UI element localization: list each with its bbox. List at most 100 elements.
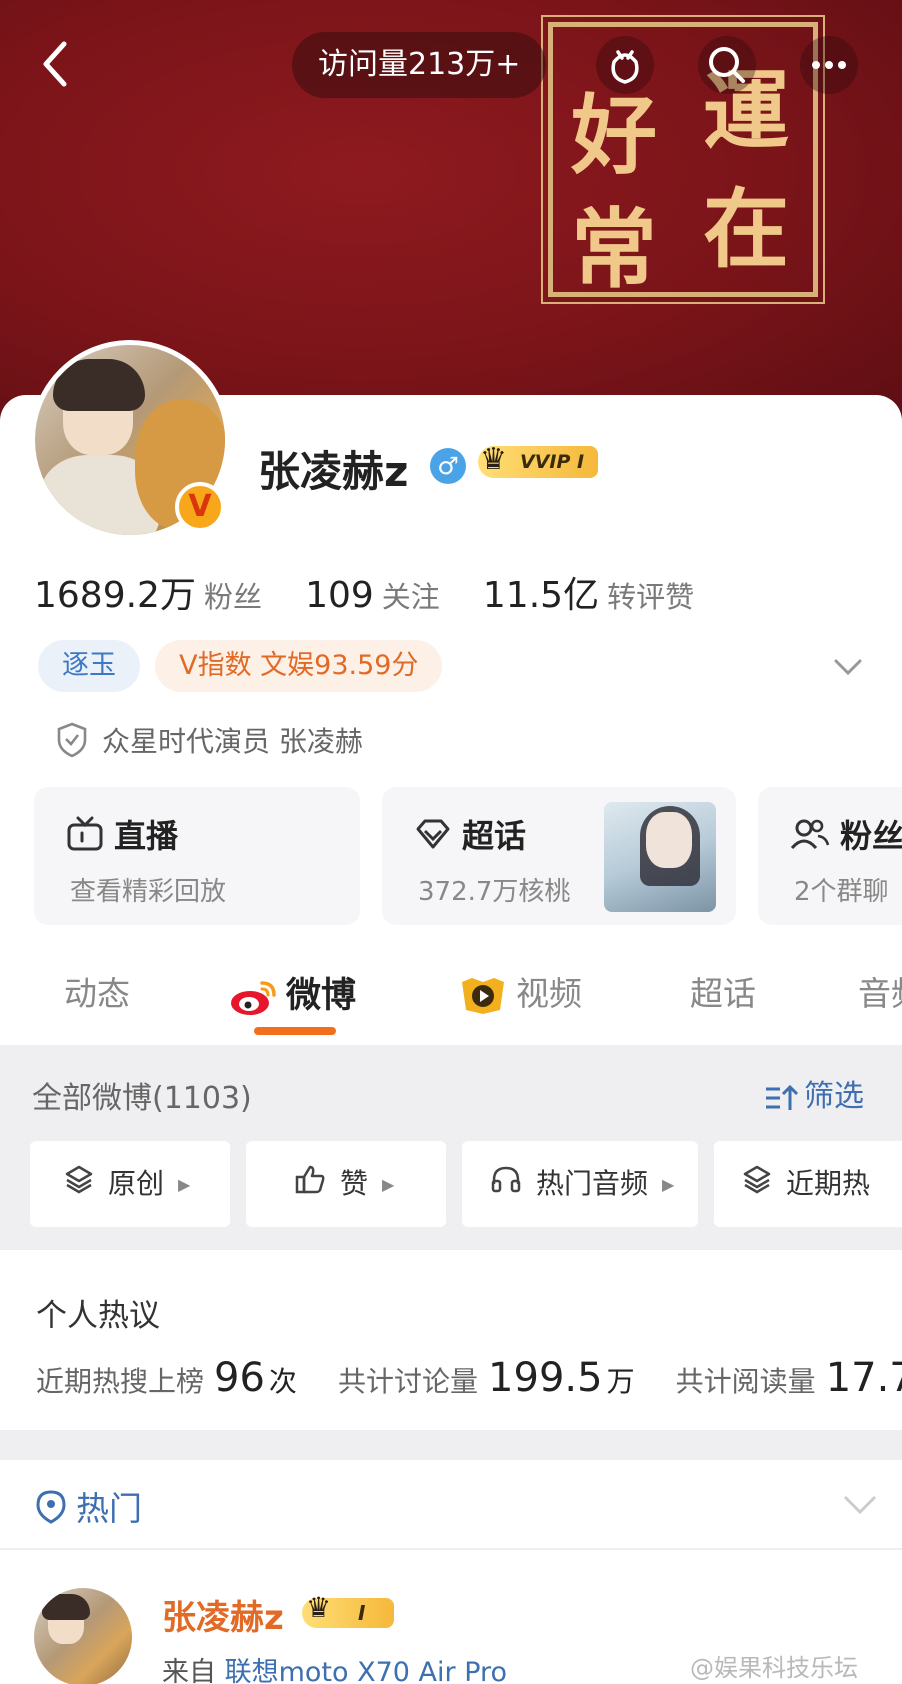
more-icon xyxy=(812,61,846,69)
triangle-right-icon: ▶ xyxy=(662,1175,675,1194)
tv-icon xyxy=(66,816,104,860)
hot-title: 热门 xyxy=(76,1489,142,1528)
vvip-badge[interactable]: ♛ VVIP I xyxy=(478,442,599,478)
users-icon xyxy=(790,817,830,859)
thumbs-up-icon xyxy=(294,1142,326,1227)
layers-icon xyxy=(742,1142,772,1227)
triangle-right-icon: ▶ xyxy=(178,1175,191,1194)
stat-label: 关注 xyxy=(381,580,440,614)
shield-icon xyxy=(56,722,88,765)
stat-following[interactable]: 109 关注 xyxy=(305,574,440,616)
back-button[interactable] xyxy=(30,34,90,94)
supertopic-poster xyxy=(604,802,716,912)
chip-hot-audio[interactable]: 热门音频 ▶ xyxy=(462,1141,698,1227)
search-button[interactable] xyxy=(698,36,756,94)
feature-subtitle: 2个群聊 xyxy=(794,877,889,907)
profile-tags: 逐玉 V指数 文娱93.59分 xyxy=(38,640,452,692)
more-button[interactable] xyxy=(800,36,858,94)
profile-name: 张凌赫z xyxy=(258,447,409,496)
tag-drama[interactable]: 逐玉 xyxy=(38,640,140,692)
profile-tabs: 动态 微博 视频 超话 音频 xyxy=(0,955,902,1045)
visit-count: 访问量213万+ xyxy=(292,32,547,98)
feature-live[interactable]: 直播 查看精彩回放 xyxy=(34,787,360,925)
tag-v-index[interactable]: V指数 文娱93.59分 xyxy=(155,640,443,692)
hd-unit: 次 xyxy=(268,1365,297,1398)
feature-title: 粉丝 xyxy=(840,817,902,855)
filter-icon xyxy=(766,1084,799,1110)
avatar-hair xyxy=(53,359,145,411)
certification: 众星时代演员 张凌赫 xyxy=(56,720,363,765)
section-separator xyxy=(0,1430,902,1460)
chip-label: 赞 xyxy=(340,1167,369,1200)
hot-discussion-title: 个人热议 xyxy=(36,1298,160,1334)
tab-dynamic[interactable]: 动态 xyxy=(64,967,130,1015)
tab-video[interactable]: 视频 xyxy=(458,967,582,1016)
active-tab-indicator xyxy=(254,1027,336,1035)
tab-supertopic[interactable]: 超话 xyxy=(690,967,756,1015)
post-author[interactable]: 张凌赫z xyxy=(162,1590,284,1639)
read-count: 共计阅读量 17.7 xyxy=(676,1355,902,1401)
stat-value: 109 xyxy=(305,575,374,616)
feature-supertopic[interactable]: 超话 372.7万核桃 xyxy=(382,787,736,925)
hd-label: 共计阅读量 xyxy=(675,1365,816,1398)
all-weibo-count: 全部微博(1103) xyxy=(32,1081,252,1116)
stat-label: 粉丝 xyxy=(203,580,262,614)
avatar-hair xyxy=(42,1594,90,1620)
feed-chips: 原创 ▶ 赞 ▶ 热门音频 ▶ 近期热 xyxy=(30,1141,902,1227)
stat-followers[interactable]: 1689.2万 粉丝 xyxy=(34,566,262,618)
seal-char: 常 xyxy=(571,199,657,300)
stat-value: 11.5亿 xyxy=(482,575,600,616)
seal-char: 在 xyxy=(703,179,789,280)
triangle-right-icon: ▶ xyxy=(382,1175,395,1194)
certification-text: 众星时代演员 张凌赫 xyxy=(102,725,363,758)
crown-icon: ♛ xyxy=(306,1591,332,1624)
gift-button[interactable] xyxy=(596,36,654,94)
filter-label: 筛选 xyxy=(804,1079,864,1114)
post-device[interactable]: 联想moto X70 Air Pro xyxy=(225,1657,507,1684)
search-icon xyxy=(709,47,745,83)
tab-label: 微博 xyxy=(286,976,357,1016)
vvip-label: VVIP I xyxy=(520,451,585,473)
hd-label: 近期热搜上榜 xyxy=(36,1365,205,1398)
expand-button[interactable] xyxy=(830,652,866,682)
chip-recent-hot[interactable]: 近期热 xyxy=(714,1141,902,1227)
hd-unit: 万 xyxy=(606,1365,635,1398)
hd-value: 96 xyxy=(214,1355,265,1401)
tab-label: 视频 xyxy=(516,974,582,1013)
headphones-icon xyxy=(490,1142,522,1227)
filter-button[interactable]: 筛选 xyxy=(764,1071,864,1115)
chevron-down-icon[interactable] xyxy=(842,1490,878,1520)
location-pin-icon xyxy=(34,1489,68,1533)
hd-label: 共计讨论量 xyxy=(338,1365,479,1398)
stat-value: 1689.2万 xyxy=(34,575,196,616)
feature-subtitle: 查看精彩回放 xyxy=(70,877,227,907)
tab-audio[interactable]: 音频 xyxy=(858,967,902,1015)
profile-stats: 1689.2万 粉丝 109 关注 11.5亿 转评赞 xyxy=(34,566,732,618)
feature-title: 直播 xyxy=(114,817,179,855)
tab-weibo[interactable]: 微博 xyxy=(228,967,356,1018)
hot-search-count: 近期热搜上榜 96 次 xyxy=(36,1355,297,1401)
diamond-icon xyxy=(414,817,452,859)
feed-filter-area: 全部微博(1103) 筛选 原创 ▶ 赞 ▶ 热门音频 ▶ 近期热 xyxy=(0,1045,902,1250)
verified-badge: V xyxy=(175,482,225,532)
stat-likes[interactable]: 11.5亿 转评赞 xyxy=(483,566,694,618)
post-badge-label: I xyxy=(358,1601,366,1625)
post-vip-badge: ♛ I xyxy=(302,1593,394,1628)
post-avatar[interactable] xyxy=(34,1588,132,1684)
video-icon xyxy=(462,977,504,1014)
top-bar: 访问量213万+ xyxy=(0,20,902,110)
chip-label: 原创 xyxy=(108,1167,165,1200)
chip-label: 近期热 xyxy=(786,1167,871,1200)
weibo-icon xyxy=(231,981,276,1015)
male-icon: ♂ xyxy=(430,448,466,484)
feature-fans[interactable]: 粉丝 2个群聊 xyxy=(758,787,902,925)
hd-value: 199.5 xyxy=(488,1355,603,1401)
feature-title: 超话 xyxy=(462,817,527,855)
hot-section-header[interactable]: 热门 xyxy=(0,1460,902,1550)
hot-discussion[interactable]: 个人热议 近期热搜上榜 96次 共计讨论量 199.5万 共计阅读量 17.7 xyxy=(0,1250,902,1430)
chip-original[interactable]: 原创 ▶ xyxy=(30,1141,230,1227)
discussion-count: 共计讨论量 199.5 万 xyxy=(338,1355,635,1401)
poster-face xyxy=(646,812,692,868)
layers-icon xyxy=(64,1142,94,1227)
chip-liked[interactable]: 赞 ▶ xyxy=(246,1141,446,1227)
